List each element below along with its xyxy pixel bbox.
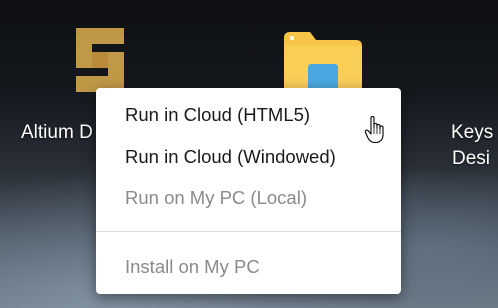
hand-pointer-icon <box>364 116 384 144</box>
menu-item-run-cloud-windowed[interactable]: Run in Cloud (Windowed) <box>96 139 401 175</box>
desktop-app-keysight[interactable]: Keys Desi <box>440 110 498 180</box>
menu-item-run-cloud-html5[interactable]: Run in Cloud (HTML5) <box>96 97 401 133</box>
menu-item-install-local: Install on My PC <box>125 256 260 277</box>
altium-logo-icon <box>76 28 124 92</box>
menu-item-run-local: Run on My PC (Local) <box>125 187 307 208</box>
context-menu: Run in Cloud (HTML5) Run in Cloud (Windo… <box>96 88 401 294</box>
menu-divider <box>96 231 401 232</box>
app-label-keysight-line2: Desi <box>452 148 491 169</box>
app-label-altium: Altium D <box>21 122 93 143</box>
app-label-keysight-line1: Keys <box>451 122 494 143</box>
desktop: Altium D Keys Desi Run in Cloud (HTML5) … <box>0 0 498 308</box>
